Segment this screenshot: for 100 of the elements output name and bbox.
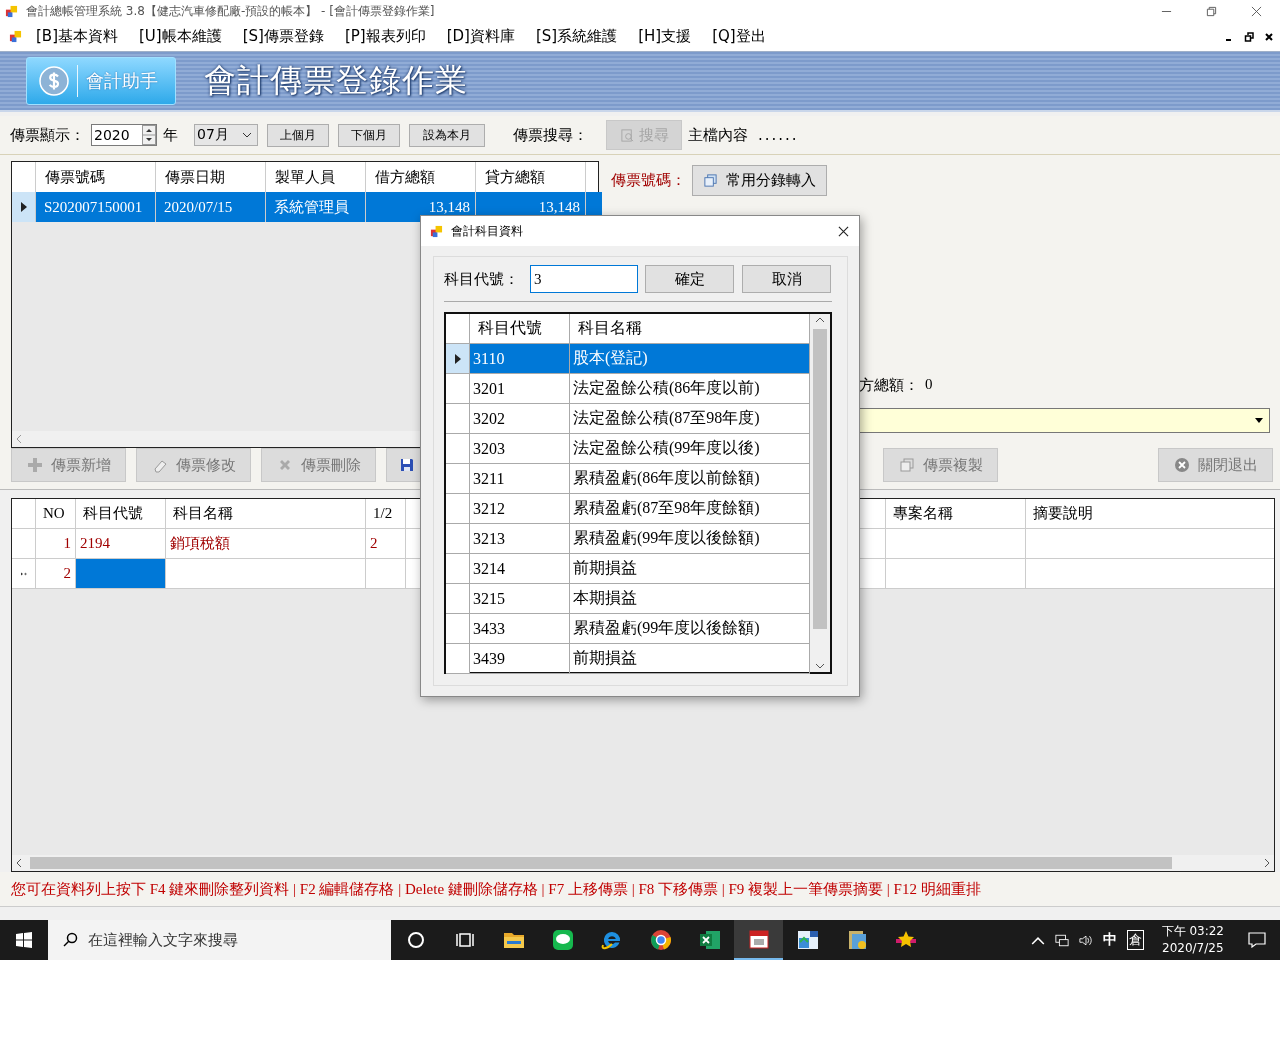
- table-cell: 3212: [470, 494, 570, 523]
- master-label: 主檔內容: [688, 125, 748, 145]
- import-entries-button[interactable]: 常用分錄轉入: [692, 165, 827, 196]
- close-icon: [1173, 457, 1190, 473]
- row-pointer-icon: [20, 202, 27, 212]
- table-cell: 3214: [470, 554, 570, 583]
- window-title: 會計總帳管理系統 3.8【健志汽車修配廠-預設的帳本】 - [會計傳票登錄作業]: [26, 2, 435, 20]
- taskbar-search-field[interactable]: 在這裡輸入文字來搜尋: [48, 920, 391, 960]
- search-icon: [619, 127, 635, 143]
- save-icon: [399, 457, 415, 473]
- dollar-icon: [39, 66, 69, 96]
- table-cell: 股本(登記): [570, 344, 810, 373]
- plus-icon: [26, 457, 43, 473]
- app-icon: [430, 224, 443, 238]
- year-unit: 年: [163, 125, 178, 145]
- caret-down-icon: [242, 132, 252, 138]
- voucher-number-label: 傳票號碼：: [611, 171, 686, 190]
- row-pointer-icon: [454, 353, 461, 364]
- table-cell: 2020/07/15: [156, 192, 266, 222]
- table-cell: S202007150001: [36, 192, 156, 222]
- column-header[interactable]: 摘要說明: [1026, 499, 1274, 528]
- horizontal-scrollbar[interactable]: [12, 855, 1274, 871]
- page-title: 會計傳票登錄作業: [204, 60, 468, 101]
- notification-icon[interactable]: [1248, 932, 1266, 948]
- app-icon: [5, 4, 18, 18]
- menu-item[interactable]: [U]帳本維護: [139, 27, 222, 46]
- chevron-up-icon[interactable]: [815, 317, 825, 323]
- clock-date[interactable]: 2020/7/25: [1162, 940, 1224, 957]
- column-header[interactable]: 科目名稱: [166, 499, 366, 528]
- menu-item[interactable]: [Q]登出: [712, 27, 766, 46]
- this-month-button[interactable]: 設為本月: [409, 123, 485, 147]
- menu-item[interactable]: [P]報表列印: [344, 27, 426, 46]
- caret-down-icon: [1255, 418, 1263, 423]
- display-label: 傳票顯示：: [10, 125, 85, 145]
- table-cell: 3213: [470, 524, 570, 553]
- total-value: 0: [925, 376, 933, 394]
- table-row[interactable]: 3214 前期損益: [446, 554, 810, 584]
- table-cell: 系統管理員: [266, 192, 366, 222]
- chevron-down-icon[interactable]: [815, 663, 825, 669]
- table-cell: 3203: [470, 434, 570, 463]
- menu-item[interactable]: [S]傳票登錄: [242, 27, 324, 46]
- close-icon[interactable]: [838, 225, 849, 237]
- search-icon: [62, 932, 78, 948]
- current-cell[interactable]: [76, 559, 166, 588]
- account-code-field[interactable]: 3: [530, 265, 638, 293]
- table-cell: 3439: [470, 644, 570, 673]
- spinner-icon[interactable]: [142, 125, 156, 145]
- table-row[interactable]: 3201 法定盈餘公積(86年度以前): [446, 374, 810, 404]
- column-header[interactable]: 科目代號: [470, 314, 570, 343]
- app-icon: [9, 30, 22, 43]
- table-cell: 3215: [470, 584, 570, 613]
- column-header[interactable]: NO: [36, 499, 76, 528]
- prev-month-button[interactable]: 上個月: [267, 123, 329, 147]
- table-cell: 3110: [470, 344, 570, 373]
- column-header[interactable]: 科目代號: [76, 499, 166, 528]
- shortcut-hint: 您可在資料列上按下 F4 鍵來刪除整列資料 | F2 編輯儲存格 | Delete 鍵刪除儲存格 | F7 上移傳票 | F8 下移傳票 | F9 複製上一筆傳票摘要 | F12 明細重排: [0, 872, 1280, 907]
- cancel-button[interactable]: 取消: [742, 265, 831, 293]
- start-icon[interactable]: [16, 932, 32, 948]
- confirm-button[interactable]: 確定: [645, 265, 734, 293]
- volume-icon[interactable]: [1078, 933, 1093, 947]
- close-icon[interactable]: [1264, 31, 1274, 42]
- chevron-left-icon[interactable]: [16, 858, 22, 868]
- column-header[interactable]: 專案名稱: [886, 499, 1026, 528]
- menu-item[interactable]: [H]支援: [638, 27, 692, 46]
- vertical-scrollbar[interactable]: [810, 314, 830, 672]
- table-row[interactable]: 3215 本期損益: [446, 584, 810, 614]
- column-header[interactable]: 1/2: [366, 499, 406, 528]
- restore-icon[interactable]: [1244, 31, 1254, 42]
- copy-icon: [898, 457, 915, 473]
- table-cell: 3211: [470, 464, 570, 493]
- table-row[interactable]: 3212 累積盈虧(87至98年度餘額): [446, 494, 810, 524]
- menu-item[interactable]: [S]系統維護: [535, 27, 618, 46]
- menu-item[interactable]: [D]資料庫: [446, 27, 515, 46]
- table-cell: 銷項稅額: [166, 529, 366, 558]
- table-row[interactable]: 3203 法定盈餘公積(99年度以後): [446, 434, 810, 464]
- input-mode[interactable]: 倉: [1126, 930, 1144, 950]
- table-row[interactable]: 3433 累積盈虧(99年度以後餘額): [446, 614, 810, 644]
- copy-icon: [703, 173, 718, 188]
- table-cell[interactable]: 2194: [76, 529, 166, 558]
- table-cell: 1: [36, 529, 76, 558]
- table-row[interactable]: 3110 股本(登記): [446, 344, 810, 374]
- year-field[interactable]: 2020: [91, 124, 157, 146]
- network-icon[interactable]: [1054, 933, 1069, 947]
- master-value: ......: [758, 126, 799, 144]
- chevron-right-icon[interactable]: [1264, 858, 1270, 868]
- table-row[interactable]: 3211 累積盈虧(86年度以前餘額): [446, 464, 810, 494]
- next-month-button[interactable]: 下個月: [338, 123, 400, 147]
- input-language[interactable]: 中: [1102, 931, 1117, 949]
- total-label: 方總額：: [859, 376, 919, 395]
- menu-item[interactable]: [B]基本資料: [36, 27, 118, 46]
- table-row[interactable]: 3439 前期損益: [446, 644, 810, 674]
- summary-dropdown[interactable]: [859, 408, 1270, 433]
- calendar-icon[interactable]: [734, 920, 783, 960]
- clock-time[interactable]: 下午 03:22: [1161, 923, 1224, 940]
- dialog-title: 會計科目資料: [451, 222, 523, 240]
- month-dropdown[interactable]: 07月: [194, 124, 258, 146]
- table-row[interactable]: 3213 累積盈虧(99年度以後餘額): [446, 524, 810, 554]
- table-cell: 3201: [470, 374, 570, 403]
- table-row[interactable]: 3202 法定盈餘公積(87至98年度): [446, 404, 810, 434]
- account-code-label: 科目代號：: [444, 269, 520, 289]
